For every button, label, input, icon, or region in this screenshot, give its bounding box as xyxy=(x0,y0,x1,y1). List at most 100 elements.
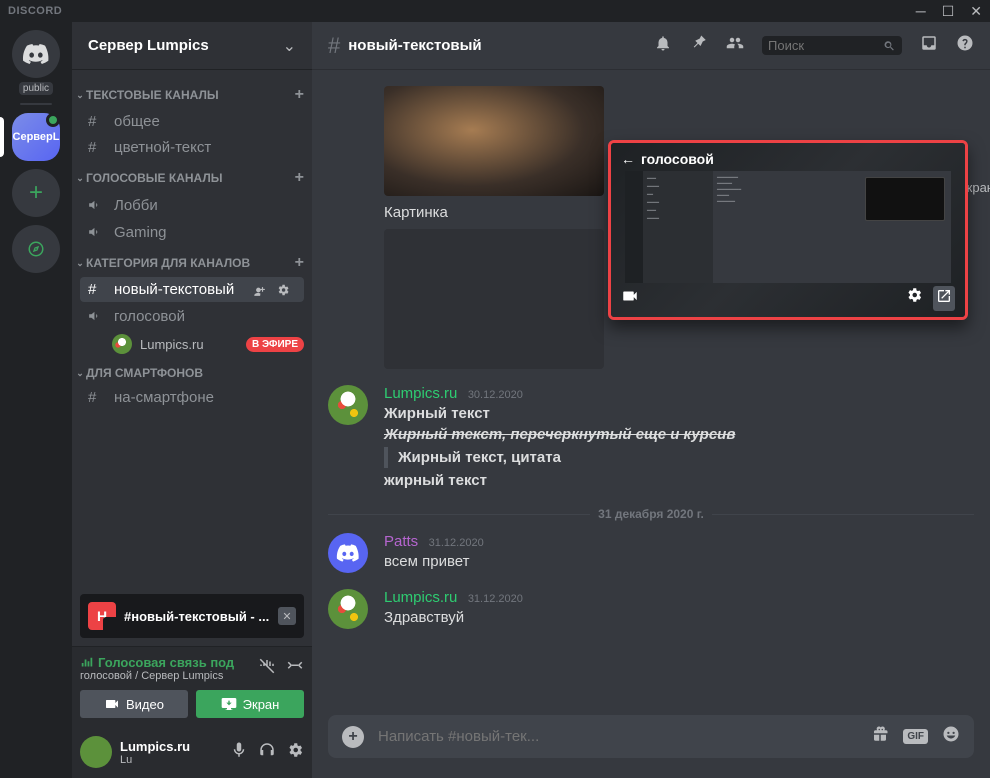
add-channel-button[interactable]: + xyxy=(295,254,304,272)
message-content: Жирный текст Жирный текст, перечеркнутый… xyxy=(384,403,974,491)
embed-placeholder xyxy=(384,229,604,369)
video-button[interactable]: Видео xyxy=(80,690,188,718)
category-voice[interactable]: ⌄ ГОЛОСОВЫЕ КАНАЛЫ + xyxy=(72,161,312,191)
notifications-icon[interactable] xyxy=(654,34,672,57)
search-icon xyxy=(883,39,896,53)
help-icon[interactable] xyxy=(956,34,974,57)
search-box[interactable] xyxy=(762,36,902,55)
minimize-button[interactable]: ─ xyxy=(916,3,926,20)
server-separator xyxy=(20,103,52,105)
emoji-icon[interactable] xyxy=(942,725,960,748)
channel-lobby[interactable]: Лобби xyxy=(80,192,304,218)
category-smartphones[interactable]: ⌄ ДЛЯ СМАРТФОНОВ xyxy=(72,358,312,384)
invite-icon[interactable] xyxy=(252,283,272,297)
inbox-icon[interactable] xyxy=(920,34,938,57)
gift-icon[interactable] xyxy=(871,725,889,748)
maximize-button[interactable]: ☐ xyxy=(942,3,955,20)
search-input[interactable] xyxy=(768,38,883,53)
gear-icon[interactable] xyxy=(276,283,296,297)
settings-icon[interactable] xyxy=(905,286,923,311)
voice-channel-path: голосовой / Сервер Lumpics xyxy=(80,670,258,682)
channel-smartphone[interactable]: # на-смартфоне xyxy=(80,385,304,410)
members-icon[interactable] xyxy=(726,34,744,57)
avatar[interactable] xyxy=(328,385,368,425)
speaker-icon xyxy=(88,307,108,325)
mute-icon[interactable] xyxy=(230,741,248,764)
chevron-down-icon: ⌄ xyxy=(283,36,296,56)
hash-icon: # xyxy=(88,389,108,406)
back-arrow-icon[interactable]: ← xyxy=(621,151,635,167)
deafen-icon[interactable] xyxy=(258,741,276,764)
channel-general[interactable]: # общее xyxy=(80,109,304,134)
user-tag: Lu xyxy=(120,754,230,766)
channel-voice[interactable]: голосовой xyxy=(80,303,304,329)
voice-participant[interactable]: Lumpics.ru В ЭФИРЕ xyxy=(72,330,312,358)
message-author[interactable]: Patts xyxy=(384,533,418,550)
channel-new-text[interactable]: # новый-текстовый xyxy=(80,277,304,302)
channel-colored[interactable]: # цветной-текст xyxy=(80,135,304,160)
message-timestamp: 31.12.2020 xyxy=(429,537,484,549)
disconnect-icon[interactable] xyxy=(286,657,304,680)
speaker-icon xyxy=(88,196,108,214)
attach-button[interactable]: + xyxy=(342,726,364,748)
message-input[interactable] xyxy=(378,728,871,745)
close-button[interactable]: ✕ xyxy=(970,3,982,20)
message: Lumpics.ru 31.12.2020 Здравствуй xyxy=(328,589,974,629)
message-content: Здравствуй xyxy=(384,607,974,628)
category-text[interactable]: ⌄ ТЕКСТОВЫЕ КАНАЛЫ + xyxy=(72,78,312,108)
message-author[interactable]: Lumpics.ru xyxy=(384,385,457,402)
collapse-icon: ⌄ xyxy=(74,258,86,269)
avatar[interactable] xyxy=(328,533,368,573)
message-input-area: + GIF xyxy=(312,715,990,778)
message: Lumpics.ru 30.12.2020 Жирный текст Жирны… xyxy=(328,385,974,491)
server-rail: public СерверL + xyxy=(0,22,72,778)
add-server-button[interactable]: + xyxy=(12,169,60,217)
server-name: Сервер Lumpics xyxy=(88,37,283,54)
channel-list: ⌄ ТЕКСТОВЫЕ КАНАЛЫ + # общее # цветной-т… xyxy=(72,70,312,586)
avatar[interactable] xyxy=(328,589,368,629)
pip-controls xyxy=(621,286,955,311)
server-lumpics[interactable]: СерверL xyxy=(12,113,60,161)
message-timestamp: 30.12.2020 xyxy=(468,389,523,401)
stream-preview-card[interactable]: Н #новый-текстовый - ... ✕ xyxy=(80,594,304,638)
channel-sidebar: Сервер Lumpics ⌄ ⌄ ТЕКСТОВЫЕ КАНАЛЫ + # … xyxy=(72,22,312,778)
pip-header: ← голосовой xyxy=(621,151,714,167)
collapse-icon: ⌄ xyxy=(74,90,86,101)
date-divider: 31 декабря 2020 г. xyxy=(328,507,974,521)
voice-status: Голосовая связь под xyxy=(80,655,258,670)
close-stream-button[interactable]: ✕ xyxy=(278,607,296,625)
voice-panel: Голосовая связь под голосовой / Сервер L… xyxy=(72,646,312,726)
titlebar: DISCORD ─ ☐ ✕ xyxy=(0,0,990,22)
live-badge: В ЭФИРЕ xyxy=(246,337,304,352)
collapse-icon: ⌄ xyxy=(74,368,86,379)
message-input-box[interactable]: + GIF xyxy=(328,715,974,758)
add-channel-button[interactable]: + xyxy=(295,169,304,187)
hash-icon: # xyxy=(88,139,108,156)
avatar[interactable] xyxy=(80,736,112,768)
category-channels[interactable]: ⌄ КАТЕГОРИЯ ДЛЯ КАНАЛОВ + xyxy=(72,246,312,276)
settings-icon[interactable] xyxy=(286,741,304,764)
stream-thumb: Н xyxy=(88,602,116,630)
collapse-icon: ⌄ xyxy=(74,173,86,184)
explore-button[interactable] xyxy=(12,225,60,273)
message-author[interactable]: Lumpics.ru xyxy=(384,589,457,606)
hash-icon: # xyxy=(88,113,108,130)
server-header[interactable]: Сервер Lumpics ⌄ xyxy=(72,22,312,70)
home-button[interactable] xyxy=(12,30,60,78)
camera-icon[interactable] xyxy=(621,287,639,310)
add-channel-button[interactable]: + xyxy=(295,86,304,104)
message-timestamp: 31.12.2020 xyxy=(468,593,523,605)
popout-icon[interactable] xyxy=(933,286,955,311)
gif-button[interactable]: GIF xyxy=(903,729,928,744)
channel-name: новый-текстовый xyxy=(348,37,481,54)
image-attachment[interactable] xyxy=(384,86,604,196)
channel-gaming[interactable]: Gaming xyxy=(80,219,304,245)
noise-suppression-icon[interactable] xyxy=(258,657,276,680)
online-indicator xyxy=(46,113,60,127)
window-controls: ─ ☐ ✕ xyxy=(916,3,982,20)
chat-header: # новый-текстовый xyxy=(312,22,990,70)
screen-share-pip[interactable]: ━━━━━━━━━━━━━━━━━━━━ ━━━━━━━━━━━━━━━━━━━… xyxy=(608,140,968,320)
screen-share-button[interactable]: Экран xyxy=(196,690,304,718)
pinned-icon[interactable] xyxy=(690,34,708,57)
message: Patts 31.12.2020 всем привет xyxy=(328,533,974,573)
